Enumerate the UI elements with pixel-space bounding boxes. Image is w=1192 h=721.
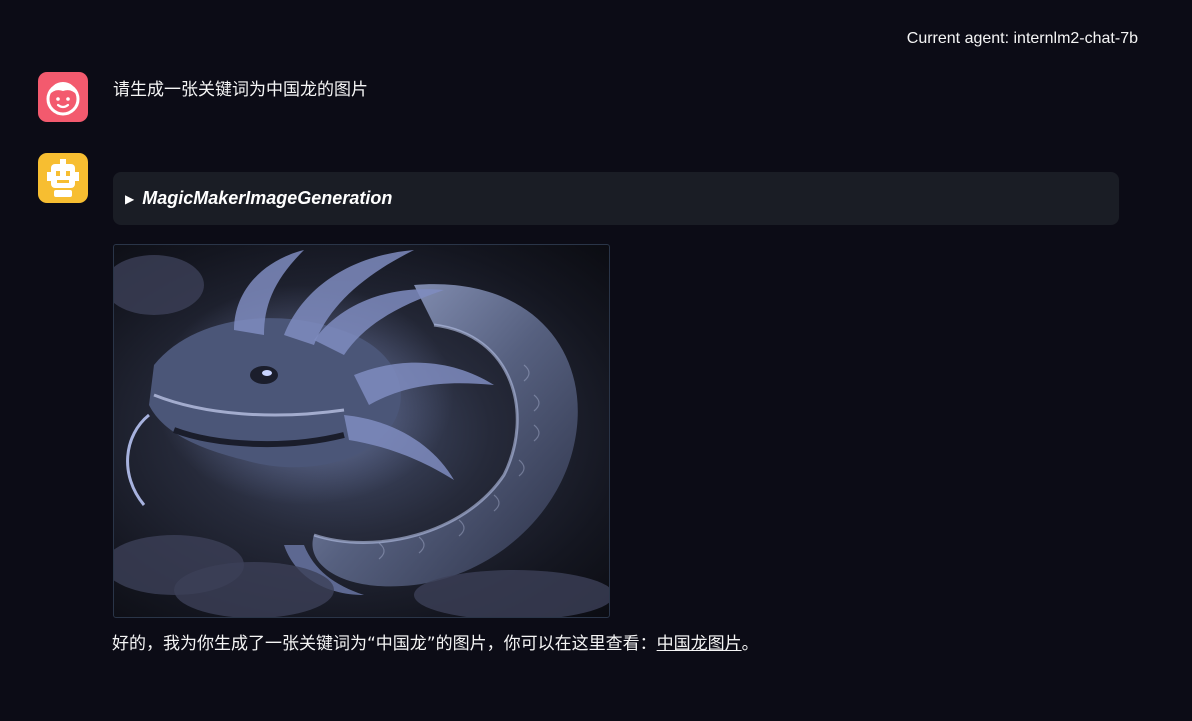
bot-reply-text: 好的，我为你生成了一张关键词为“中国龙”的图片，你可以在这里查看：中国龙图片。 (112, 631, 759, 657)
current-agent-label: Current agent: internlm2-chat-7b (906, 30, 1138, 47)
dragon-image-link[interactable]: 中国龙图片 (657, 634, 742, 654)
generated-dragon-image[interactable] (113, 244, 610, 618)
chat-page: Current agent: internlm2-chat-7b 请生成一张关键… (0, 0, 1192, 721)
bot-reply-suffix: 。 (741, 634, 759, 654)
dragon-illustration (114, 250, 609, 617)
user-avatar (38, 72, 88, 122)
expand-triangle-icon: ▶ (125, 191, 135, 206)
user-message-text: 请生成一张关键词为中国龙的图片 (113, 80, 368, 100)
tool-call-details-toggle[interactable]: ▶ MagicMakerImageGeneration (113, 172, 1119, 225)
tool-call-name: MagicMakerImageGeneration (142, 188, 393, 208)
bot-reply-prefix: 好的，我为你生成了一张关键词为“中国龙”的图片，你可以在这里查看： (112, 634, 657, 654)
bot-avatar (38, 153, 88, 203)
robot-face-icon (47, 159, 79, 197)
smiling-face-icon (46, 82, 80, 116)
